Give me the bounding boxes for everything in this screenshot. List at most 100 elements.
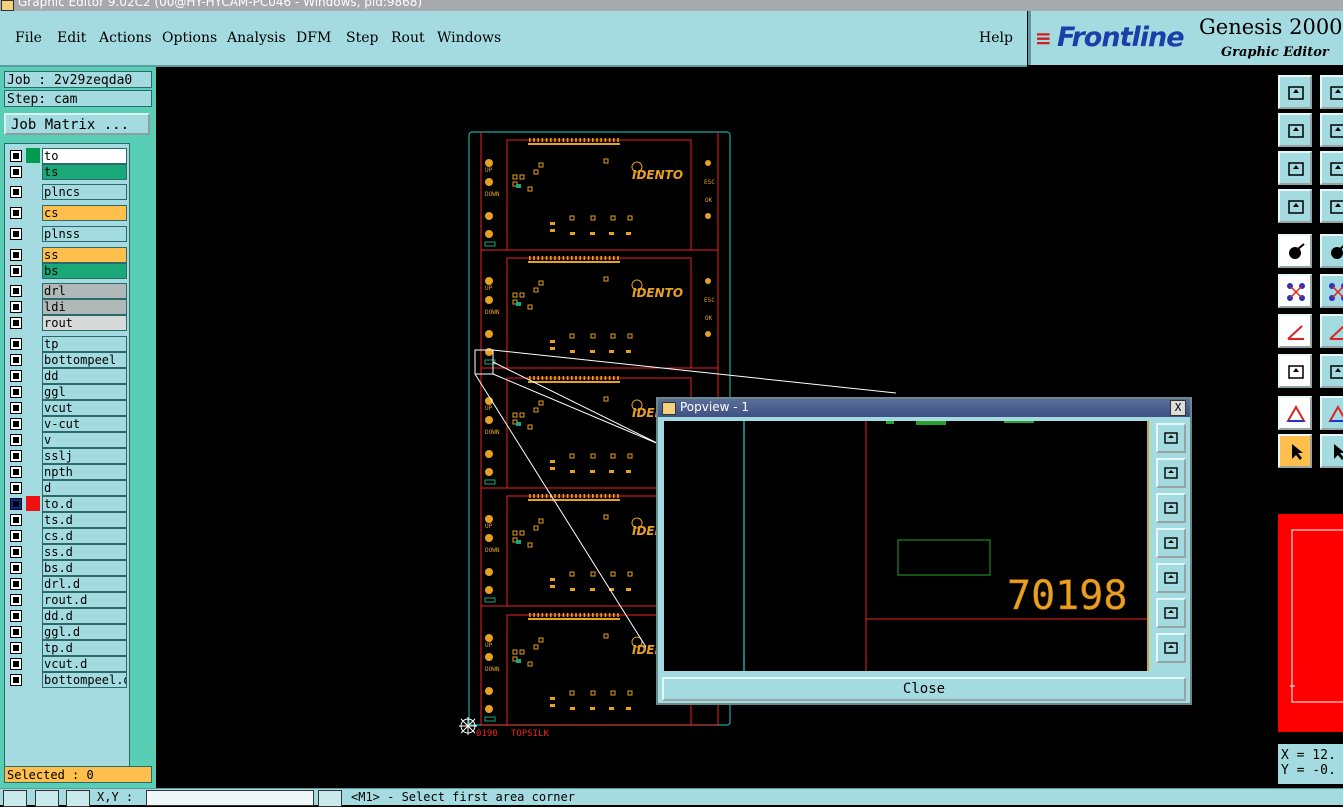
status-tool-button[interactable] <box>318 790 342 807</box>
layer-row-drl.d[interactable]: drl.d <box>7 576 131 592</box>
layer-checkbox[interactable] <box>10 386 22 398</box>
layer-row-tp.d[interactable]: tp.d <box>7 640 131 656</box>
layer-row-ss[interactable]: ss <box>7 247 131 263</box>
layer-checkbox[interactable] <box>10 354 22 366</box>
layer-checkbox[interactable] <box>10 610 22 622</box>
layer-checkbox[interactable] <box>10 498 22 510</box>
layer-checkbox[interactable] <box>10 150 22 162</box>
layer-name[interactable]: ldi <box>42 299 127 315</box>
layer-row-ggl[interactable]: ggl <box>7 384 131 400</box>
layer-row-bs[interactable]: bs <box>7 263 131 279</box>
layer-checkbox[interactable] <box>10 514 22 526</box>
layer-row-plnss[interactable]: plnss <box>7 226 131 242</box>
point-tool-button[interactable] <box>1278 354 1312 388</box>
layer-color-swatch[interactable] <box>26 496 40 511</box>
layer-checkbox[interactable] <box>10 301 22 313</box>
arrow-tool-button[interactable] <box>1278 434 1312 468</box>
layer-name[interactable]: bottompeel.d <box>42 672 127 688</box>
popview-move-down-button[interactable] <box>1156 493 1186 523</box>
upload-tool-button[interactable] <box>1278 75 1312 109</box>
layer-row-tp[interactable]: tp <box>7 336 131 352</box>
layer-name[interactable]: sslj <box>42 448 127 464</box>
layer-name[interactable]: rout <box>42 315 127 331</box>
wrench-tool-button[interactable] <box>1278 189 1312 223</box>
layer-name[interactable]: ss.d <box>42 544 127 560</box>
status-tool-button[interactable] <box>66 790 90 807</box>
layer-name[interactable]: dd.d <box>42 608 127 624</box>
node-tool-button[interactable] <box>1278 234 1312 268</box>
layer-row-drl[interactable]: drl <box>7 283 131 299</box>
layer-name[interactable]: to.d <box>42 496 127 512</box>
popview-move-up-button[interactable] <box>1156 458 1186 488</box>
layer-name[interactable]: d <box>42 480 127 496</box>
layer-row-to[interactable]: to <box>7 148 131 164</box>
layer-name[interactable]: ss <box>42 247 127 263</box>
layer-row-cs.d[interactable]: cs.d <box>7 528 131 544</box>
layer-checkbox[interactable] <box>10 578 22 590</box>
enter-tool-button[interactable] <box>1320 113 1343 147</box>
angle-tool-button[interactable] <box>1278 314 1312 348</box>
layer-name[interactable]: plncs <box>42 184 127 200</box>
layer-name[interactable]: bs <box>42 263 127 279</box>
layer-name[interactable]: drl <box>42 283 127 299</box>
layer-checkbox[interactable] <box>10 450 22 462</box>
layer-row-ggl.d[interactable]: ggl.d <box>7 624 131 640</box>
layer-checkbox[interactable] <box>10 228 22 240</box>
popview-close-x-button[interactable]: X <box>1170 400 1186 416</box>
layer-row-cs[interactable]: cs <box>7 205 131 221</box>
layer-checkbox[interactable] <box>10 642 22 654</box>
layer-checkbox[interactable] <box>10 317 22 329</box>
layer-name[interactable]: vcut.d <box>42 656 127 672</box>
layer-name[interactable]: bs.d <box>42 560 127 576</box>
triangle-tool-button[interactable] <box>1320 396 1343 430</box>
status-tool-button[interactable] <box>3 790 27 807</box>
popview-move-right-button[interactable] <box>1156 563 1186 593</box>
layer-checkbox[interactable] <box>10 338 22 350</box>
layer-color-swatch[interactable] <box>26 148 40 163</box>
layer-row-npth[interactable]: npth <box>7 464 131 480</box>
enter-tool-button[interactable] <box>1278 113 1312 147</box>
arrow-tool-button[interactable] <box>1320 434 1343 468</box>
menu-dfm[interactable]: DFM <box>296 30 331 46</box>
popview-close-button[interactable]: Close <box>662 677 1186 701</box>
layer-row-v[interactable]: v <box>7 432 131 448</box>
layer-name[interactable]: ts <box>42 164 127 180</box>
wrench-tool-button[interactable] <box>1320 189 1343 223</box>
layer-row-ts[interactable]: ts <box>7 164 131 180</box>
layer-name[interactable]: bottompeel <box>42 352 127 368</box>
layer-row-d[interactable]: d <box>7 480 131 496</box>
popview-canvas[interactable]: 70198 <box>664 421 1149 671</box>
layer-row-sslj[interactable]: sslj <box>7 448 131 464</box>
popview-expand-button[interactable] <box>1156 598 1186 628</box>
layer-row-to.d[interactable]: to.d <box>7 496 131 512</box>
layer-checkbox[interactable] <box>10 482 22 494</box>
menu-file[interactable]: File <box>15 30 42 46</box>
layer-checkbox[interactable] <box>10 546 22 558</box>
layer-name[interactable]: ts.d <box>42 512 127 528</box>
net-tool-button[interactable] <box>1278 274 1312 308</box>
layer-row-ts.d[interactable]: ts.d <box>7 512 131 528</box>
menu-help[interactable]: Help <box>979 30 1013 46</box>
layer-row-v-cut[interactable]: v-cut <box>7 416 131 432</box>
layer-checkbox[interactable] <box>10 166 22 178</box>
menu-rout[interactable]: Rout <box>391 30 425 46</box>
layer-checkbox[interactable] <box>10 207 22 219</box>
layer-checkbox[interactable] <box>10 594 22 606</box>
popview-move-left-button[interactable] <box>1156 528 1186 558</box>
layer-name[interactable]: v <box>42 432 127 448</box>
layer-name[interactable]: to <box>42 148 127 164</box>
layer-name[interactable]: vcut <box>42 400 127 416</box>
layer-checkbox[interactable] <box>10 285 22 297</box>
status-tool-button[interactable] <box>35 790 59 807</box>
angle-tool-button[interactable] <box>1320 314 1343 348</box>
layer-checkbox[interactable] <box>10 658 22 670</box>
layer-row-bs.d[interactable]: bs.d <box>7 560 131 576</box>
layer-checkbox[interactable] <box>10 370 22 382</box>
layer-name[interactable]: cs <box>42 205 127 221</box>
triangle-tool-button[interactable] <box>1278 396 1312 430</box>
net-tool-button[interactable] <box>1320 274 1343 308</box>
layer-checkbox[interactable] <box>10 186 22 198</box>
layer-name[interactable]: drl.d <box>42 576 127 592</box>
upload-tool-button[interactable] <box>1320 75 1343 109</box>
layer-name[interactable]: dd <box>42 368 127 384</box>
